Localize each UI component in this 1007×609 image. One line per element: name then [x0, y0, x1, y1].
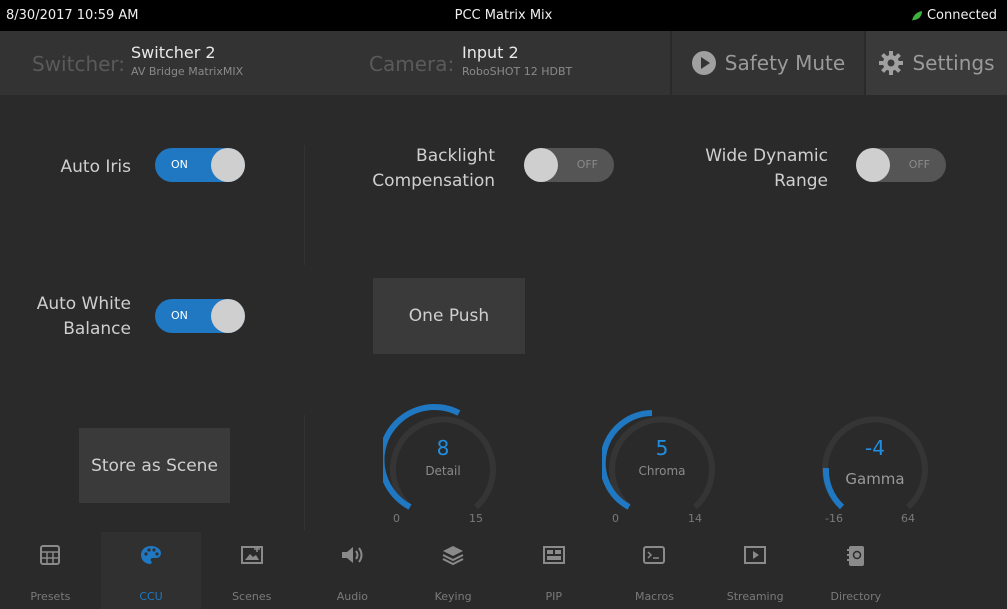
- column-divider: [304, 145, 305, 265]
- toggle-knob: [856, 148, 890, 182]
- wdr-label-line1: Wide Dynamic: [705, 146, 828, 166]
- awb-label-line1: Auto White: [36, 294, 131, 314]
- speaker-icon: [302, 544, 403, 566]
- nav-label: Streaming: [726, 590, 784, 603]
- palette-icon: [101, 544, 202, 568]
- toggle-state: OFF: [908, 158, 930, 171]
- wdr-toggle[interactable]: OFF: [856, 148, 946, 182]
- nav-item-pip[interactable]: PIP: [503, 532, 604, 609]
- header-bar: Switcher: Switcher 2 AV Bridge MatrixMIX…: [0, 31, 1007, 95]
- app-window: 8/30/2017 10:59 AM PCC Matrix Mix Connec…: [0, 0, 1007, 609]
- store-as-scene-button[interactable]: Store as Scene: [79, 428, 230, 503]
- image-icon: [201, 544, 302, 566]
- chroma-max: 14: [688, 512, 702, 525]
- awb-toggle[interactable]: ON: [155, 299, 245, 333]
- leaf-icon: [911, 10, 922, 21]
- settings-label: Settings: [912, 51, 995, 75]
- nav-label: Scenes: [232, 590, 272, 603]
- nav-label: Audio: [336, 590, 369, 603]
- toggle-state: OFF: [576, 158, 598, 171]
- address-book-icon: [806, 544, 907, 568]
- gamma-name: Gamma: [845, 470, 905, 488]
- nav-item-presets[interactable]: Presets: [0, 532, 101, 609]
- wdr-label-line2: Range: [774, 171, 828, 191]
- nav-item-scenes[interactable]: Scenes: [201, 532, 302, 609]
- toggle-state: ON: [171, 309, 188, 322]
- switcher-label: Switcher:: [32, 52, 126, 76]
- nav-label: Keying: [434, 590, 472, 603]
- safety-mute-button[interactable]: Safety Mute: [672, 31, 864, 95]
- title-bar: 8/30/2017 10:59 AM PCC Matrix Mix Connec…: [0, 0, 1007, 31]
- gamma-min: -16: [825, 512, 843, 525]
- nav-item-keying[interactable]: Keying: [403, 532, 504, 609]
- backlight-label-line1: Backlight: [416, 146, 495, 166]
- gamma-dial[interactable]: -4 Gamma -16 64: [815, 402, 935, 532]
- play-circle-icon: [691, 51, 716, 75]
- awb-label-line2: Balance: [63, 319, 131, 339]
- detail-name: Detail: [425, 464, 461, 478]
- nav-item-ccu[interactable]: CCU: [100, 532, 202, 609]
- toggle-state: ON: [171, 158, 188, 171]
- safety-mute-label: Safety Mute: [724, 51, 846, 75]
- ccu-panel: Auto Iris ON Backlight Compensation OFF …: [0, 95, 1007, 532]
- nav-label: Directory: [830, 590, 882, 603]
- settings-button[interactable]: Settings: [866, 31, 1007, 95]
- gamma-value: -4: [865, 436, 885, 460]
- pip-icon: [503, 544, 604, 566]
- chroma-name: Chroma: [638, 464, 686, 478]
- nav-item-directory[interactable]: Directory: [806, 532, 907, 609]
- chroma-min: 0: [612, 512, 619, 525]
- toggle-knob: [211, 148, 245, 182]
- nav-label: CCU: [139, 590, 163, 603]
- auto-iris-label: Auto Iris: [60, 157, 131, 177]
- backlight-label-line2: Compensation: [372, 171, 495, 191]
- chroma-value: 5: [655, 436, 669, 460]
- one-push-button[interactable]: One Push: [373, 278, 525, 354]
- detail-dial[interactable]: 8 Detail 0 15: [383, 402, 503, 532]
- detail-min: 0: [393, 512, 400, 525]
- camera-name: Input 2: [462, 43, 519, 62]
- layers-icon: [403, 544, 504, 566]
- switcher-selector[interactable]: Switcher: Switcher 2 AV Bridge MatrixMIX: [0, 31, 340, 95]
- column-divider: [304, 415, 305, 530]
- play-icon: [705, 544, 806, 566]
- connection-status: Connected: [911, 8, 997, 23]
- backlight-toggle[interactable]: OFF: [524, 148, 614, 182]
- app-title: PCC Matrix Mix: [454, 8, 553, 23]
- detail-value: 8: [436, 436, 450, 460]
- detail-max: 15: [469, 512, 483, 525]
- chroma-dial[interactable]: 5 Chroma 0 14: [602, 402, 722, 532]
- switcher-name: Switcher 2: [131, 43, 216, 62]
- nav-item-macros[interactable]: Macros: [604, 532, 705, 609]
- switcher-device: AV Bridge MatrixMIX: [131, 65, 244, 78]
- toggle-knob: [524, 148, 558, 182]
- camera-selector[interactable]: Camera: Input 2 RoboSHOT 12 HDBT: [342, 31, 670, 95]
- grid-icon: [0, 544, 101, 566]
- nav-item-streaming[interactable]: Streaming: [705, 532, 806, 609]
- nav-label: Presets: [30, 590, 71, 603]
- terminal-icon: [604, 544, 705, 566]
- nav-label: Macros: [634, 590, 674, 603]
- connection-status-text: Connected: [926, 8, 997, 23]
- bottom-nav: Presets CCU Scenes Audio Keying PIP Macr…: [0, 532, 1007, 609]
- camera-label: Camera:: [369, 52, 455, 76]
- gear-icon: [879, 51, 904, 75]
- gamma-max: 64: [901, 512, 915, 525]
- nav-label: PIP: [545, 590, 563, 603]
- nav-item-audio[interactable]: Audio: [302, 532, 403, 609]
- camera-device: RoboSHOT 12 HDBT: [462, 65, 573, 78]
- auto-iris-toggle[interactable]: ON: [155, 148, 245, 182]
- toggle-knob: [211, 299, 245, 333]
